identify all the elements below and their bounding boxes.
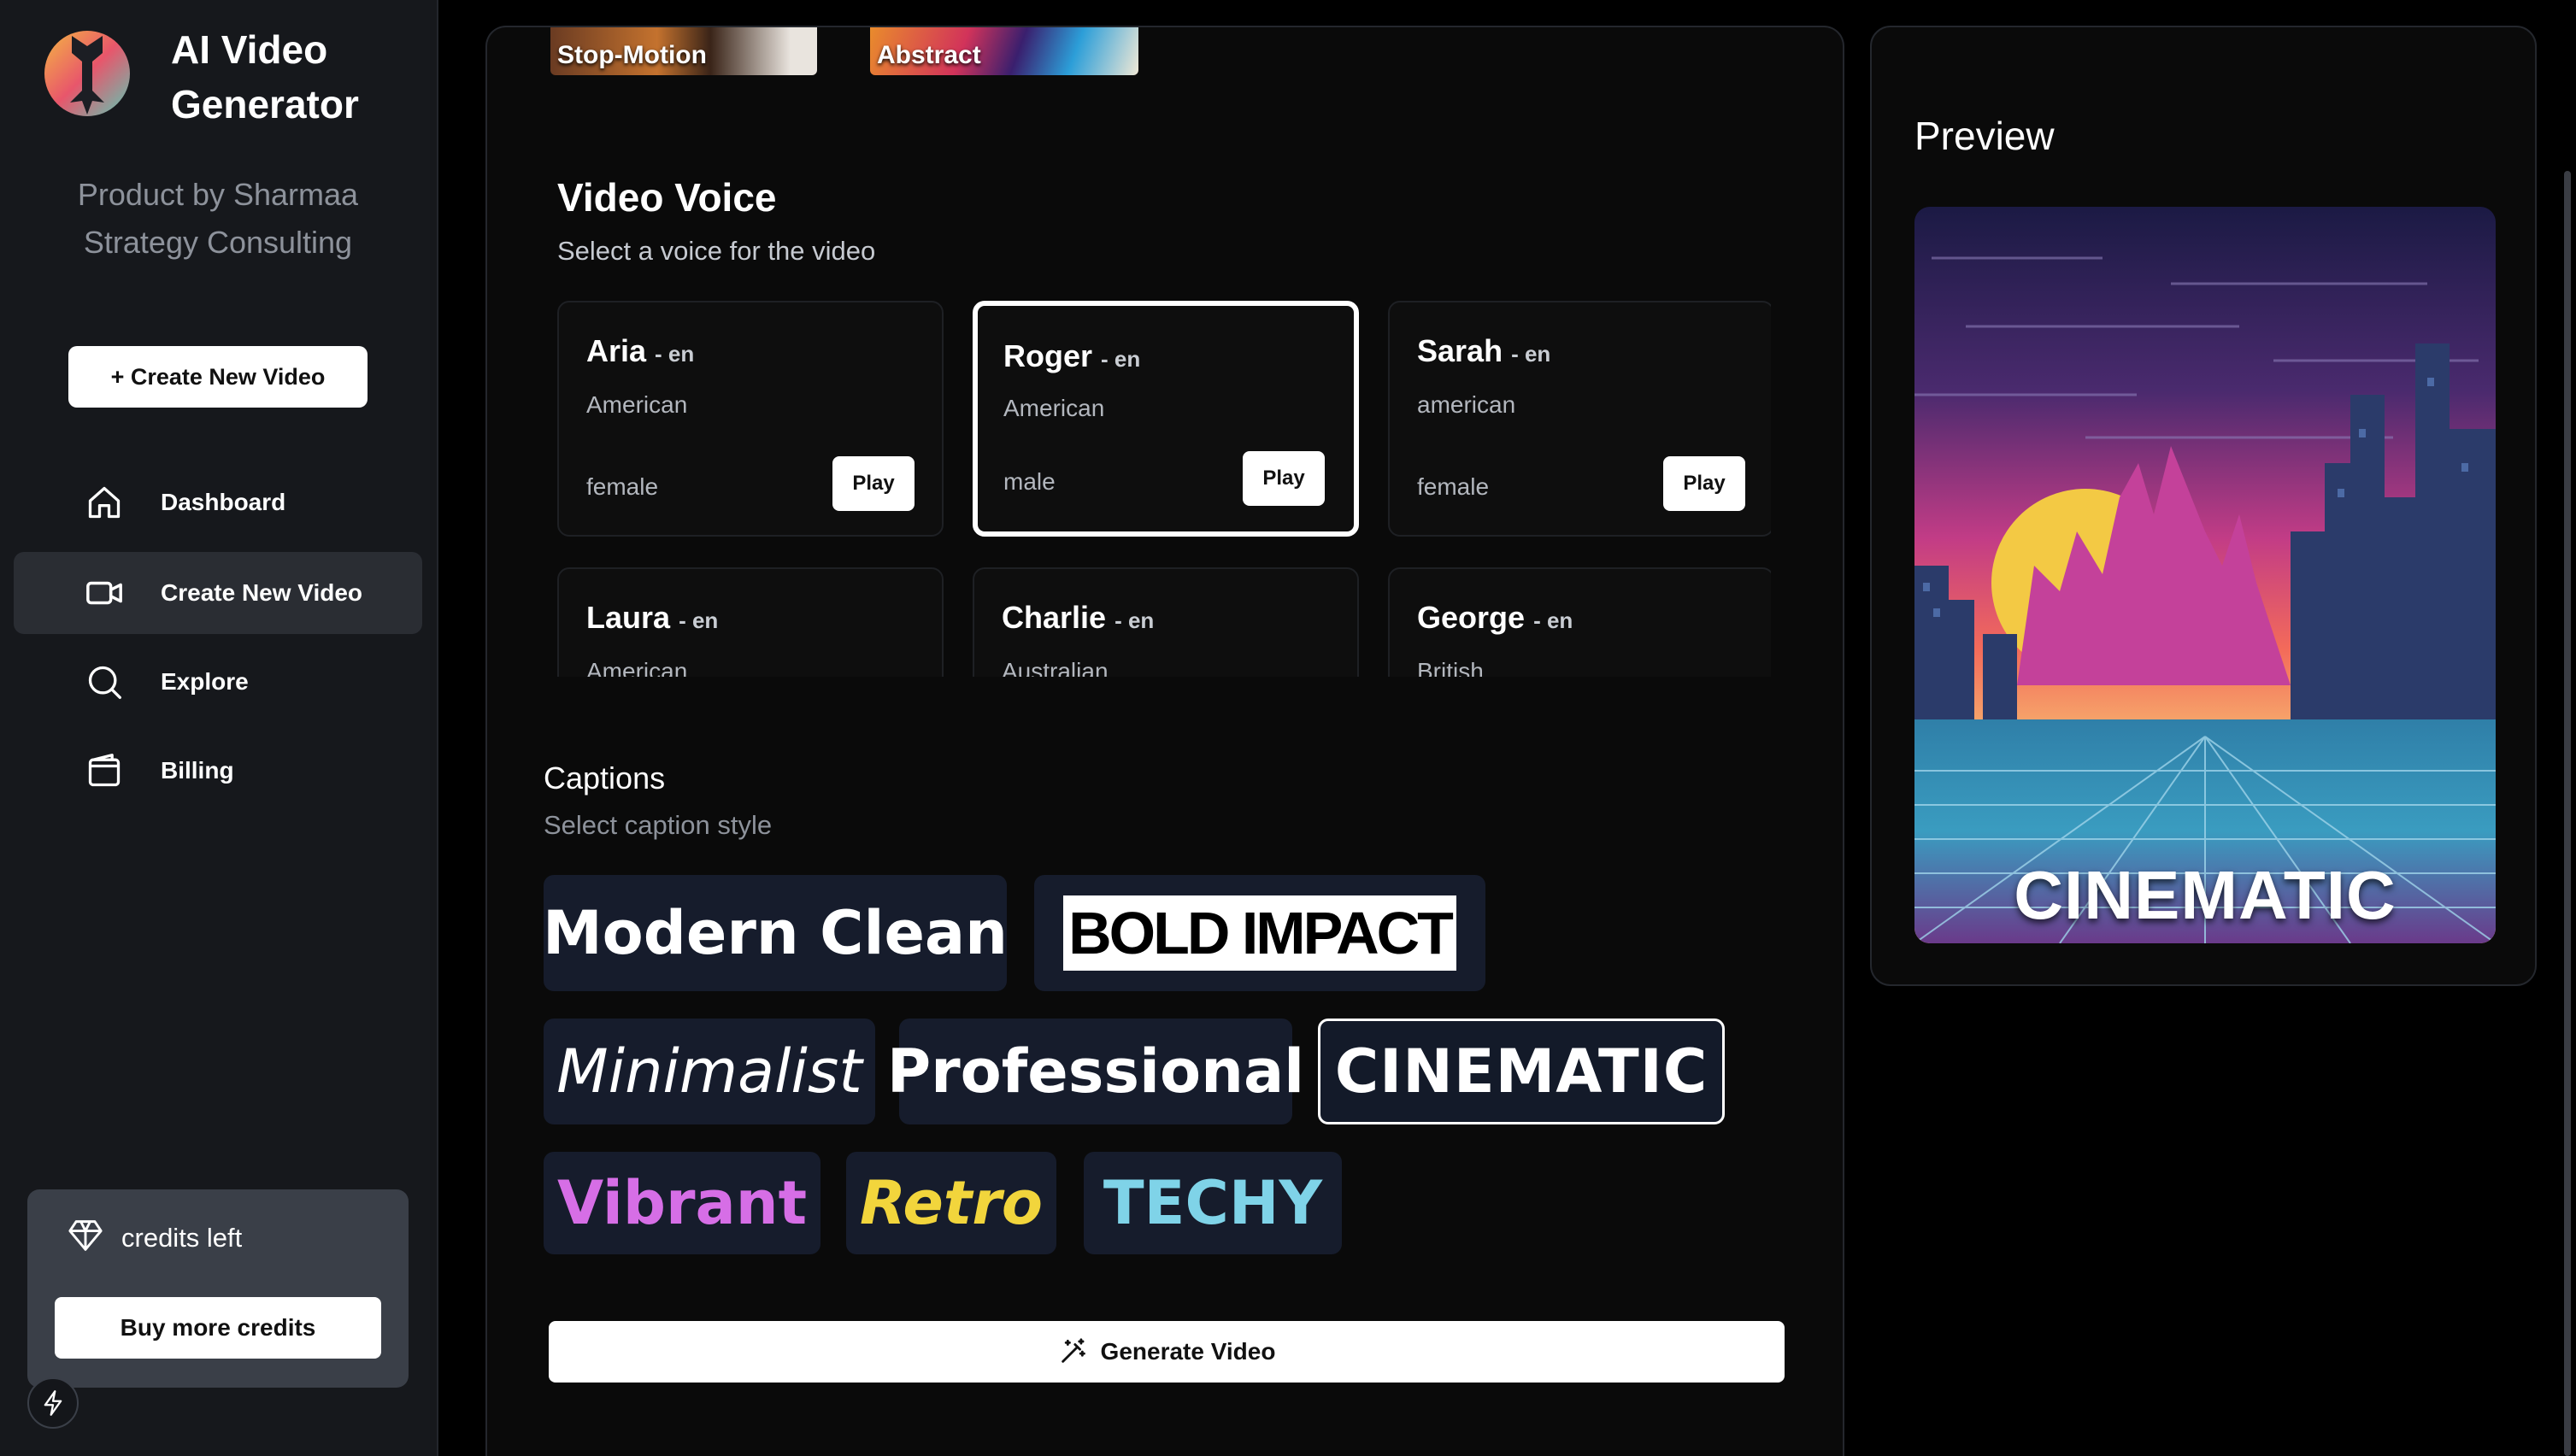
voice-lang: - en — [655, 341, 695, 367]
sidebar-item-dashboard[interactable]: Dashboard — [14, 461, 422, 543]
voice-name: Sarah - en — [1417, 333, 1550, 369]
credits-row: credits left — [67, 1218, 242, 1257]
diamond-icon — [67, 1218, 104, 1257]
scrollbar[interactable] — [2564, 171, 2571, 1456]
voice-lang: - en — [1511, 341, 1551, 367]
product-byline: Product by Sharmaa Strategy Consulting — [51, 171, 385, 267]
caption-style-label: Minimalist — [556, 1036, 862, 1107]
voice-name: Charlie - en — [1002, 600, 1154, 636]
voice-name: Laura - en — [586, 600, 718, 636]
voice-name-text: Sarah — [1417, 333, 1503, 368]
video-camera-icon — [84, 572, 125, 614]
generate-video-button[interactable]: Generate Video — [549, 1321, 1785, 1383]
preview-caption: CINEMATIC — [2014, 857, 2397, 933]
voice-name: Aria - en — [586, 333, 694, 369]
voice-lang: - en — [1101, 346, 1141, 372]
voice-grid: Aria - en American female Play Roger - e… — [557, 301, 1771, 677]
caption-style-minimalist[interactable]: Minimalist — [544, 1019, 875, 1124]
style-label: Abstract — [877, 41, 981, 69]
preview-panel: Preview CINEMATIC — [1870, 26, 2537, 986]
voice-name: George - en — [1417, 600, 1573, 636]
app-title-line-2: Generator — [171, 82, 359, 126]
caption-style-label: TECHY — [1103, 1168, 1323, 1238]
play-button[interactable]: Play — [832, 456, 915, 511]
caption-style-professional[interactable]: Professional — [887, 1019, 1304, 1124]
create-video-panel: Stop-Motion Abstract Video Voice Select … — [485, 26, 1844, 1456]
sidebar-item-label: Billing — [161, 757, 234, 784]
sidebar-item-explore[interactable]: Explore — [14, 641, 422, 723]
play-button[interactable]: Play — [1663, 456, 1745, 511]
caption-style-cinematic[interactable]: CINEMATIC — [1318, 1019, 1725, 1124]
video-voice-title: Video Voice — [557, 175, 777, 220]
voice-name-text: Aria — [586, 333, 647, 368]
lightning-icon[interactable] — [27, 1377, 79, 1429]
voice-gender: male — [1003, 468, 1056, 495]
voice-card-roger[interactable]: Roger - en American male Play — [973, 301, 1359, 537]
sidebar: AI Video Generator Product by Sharmaa St… — [0, 0, 438, 1456]
magic-wand-icon — [1061, 1338, 1085, 1363]
caption-style-retro[interactable]: Retro — [846, 1152, 1056, 1254]
voice-card-charlie[interactable]: Charlie - en Australian — [973, 567, 1359, 677]
voice-name-text: Roger — [1003, 338, 1093, 373]
sidebar-item-create-new-video[interactable]: Create New Video — [14, 552, 422, 634]
voice-accent: American — [1003, 395, 1105, 421]
voice-gender: female — [1417, 473, 1490, 500]
voice-accent: British — [1417, 658, 1484, 677]
voice-card-george[interactable]: George - en British — [1388, 567, 1771, 677]
voice-accent: American — [586, 658, 688, 677]
voice-gender: female — [586, 473, 659, 500]
caption-style-modern-clean[interactable]: Modern Clean — [543, 875, 1008, 991]
preview-synthwave-city — [1914, 207, 2496, 943]
sidebar-item-label: Dashboard — [161, 489, 286, 515]
byline-line-1: Product by Sharmaa — [77, 177, 359, 212]
sidebar-item-billing[interactable]: Billing — [14, 730, 422, 812]
caption-style-label: Vibrant — [556, 1168, 808, 1238]
voice-accent: American — [586, 391, 688, 418]
app-title-line-1: AI Video — [171, 27, 328, 72]
caption-style-techy[interactable]: TECHY — [1084, 1152, 1342, 1254]
credits-label: credits left — [121, 1222, 243, 1253]
create-new-video-button[interactable]: + Create New Video — [68, 346, 368, 408]
buy-more-credits-button[interactable]: Buy more credits — [55, 1297, 381, 1359]
voice-card-sarah[interactable]: Sarah - en american female Play — [1388, 301, 1771, 537]
caption-style-vibrant[interactable]: Vibrant — [544, 1152, 820, 1254]
style-label: Stop-Motion — [557, 41, 707, 69]
caption-style-label: BOLD IMPACT — [1063, 895, 1456, 971]
voice-accent: Australian — [1002, 658, 1109, 677]
caption-style-label: Professional — [886, 1036, 1305, 1107]
sidebar-item-label: Explore — [161, 668, 249, 695]
voice-name-text: Charlie — [1002, 600, 1107, 635]
voice-card-aria[interactable]: Aria - en American female Play — [557, 301, 944, 537]
voice-name-text: George — [1417, 600, 1526, 635]
sidebar-item-label: Create New Video — [161, 579, 363, 606]
preview-title: Preview — [1914, 114, 2055, 158]
video-voice-subtitle: Select a voice for the video — [557, 236, 876, 266]
voice-lang: - en — [679, 608, 719, 633]
search-icon — [84, 661, 125, 702]
voice-name: Roger - en — [1003, 338, 1140, 374]
voice-lang: - en — [1115, 608, 1155, 633]
caption-style-label: Modern Clean — [543, 898, 1008, 968]
caption-style-label: Retro — [860, 1168, 1043, 1238]
style-option-stop-motion[interactable]: Stop-Motion — [550, 27, 817, 75]
captions-title: Captions — [544, 760, 666, 796]
credits-card: credits left Buy more credits — [27, 1189, 409, 1388]
byline-line-2: Strategy Consulting — [83, 225, 353, 260]
voice-card-laura[interactable]: Laura - en American — [557, 567, 944, 677]
preview-image: CINEMATIC — [1914, 207, 2496, 943]
caption-style-label: CINEMATIC — [1334, 1036, 1709, 1107]
style-option-abstract[interactable]: Abstract — [870, 27, 1138, 75]
captions-subtitle: Select caption style — [544, 810, 773, 840]
voice-lang: - en — [1533, 608, 1573, 633]
voice-accent: american — [1417, 391, 1516, 418]
app-title: AI Video Generator — [171, 22, 359, 132]
play-button[interactable]: Play — [1243, 451, 1325, 506]
voice-name-text: Laura — [586, 600, 671, 635]
generate-video-label: Generate Video — [1100, 1338, 1276, 1365]
wallet-icon — [84, 750, 125, 791]
home-icon — [84, 482, 125, 523]
caption-style-bold-impact[interactable]: BOLD IMPACT — [1034, 875, 1485, 991]
app-logo-icon — [44, 31, 130, 116]
